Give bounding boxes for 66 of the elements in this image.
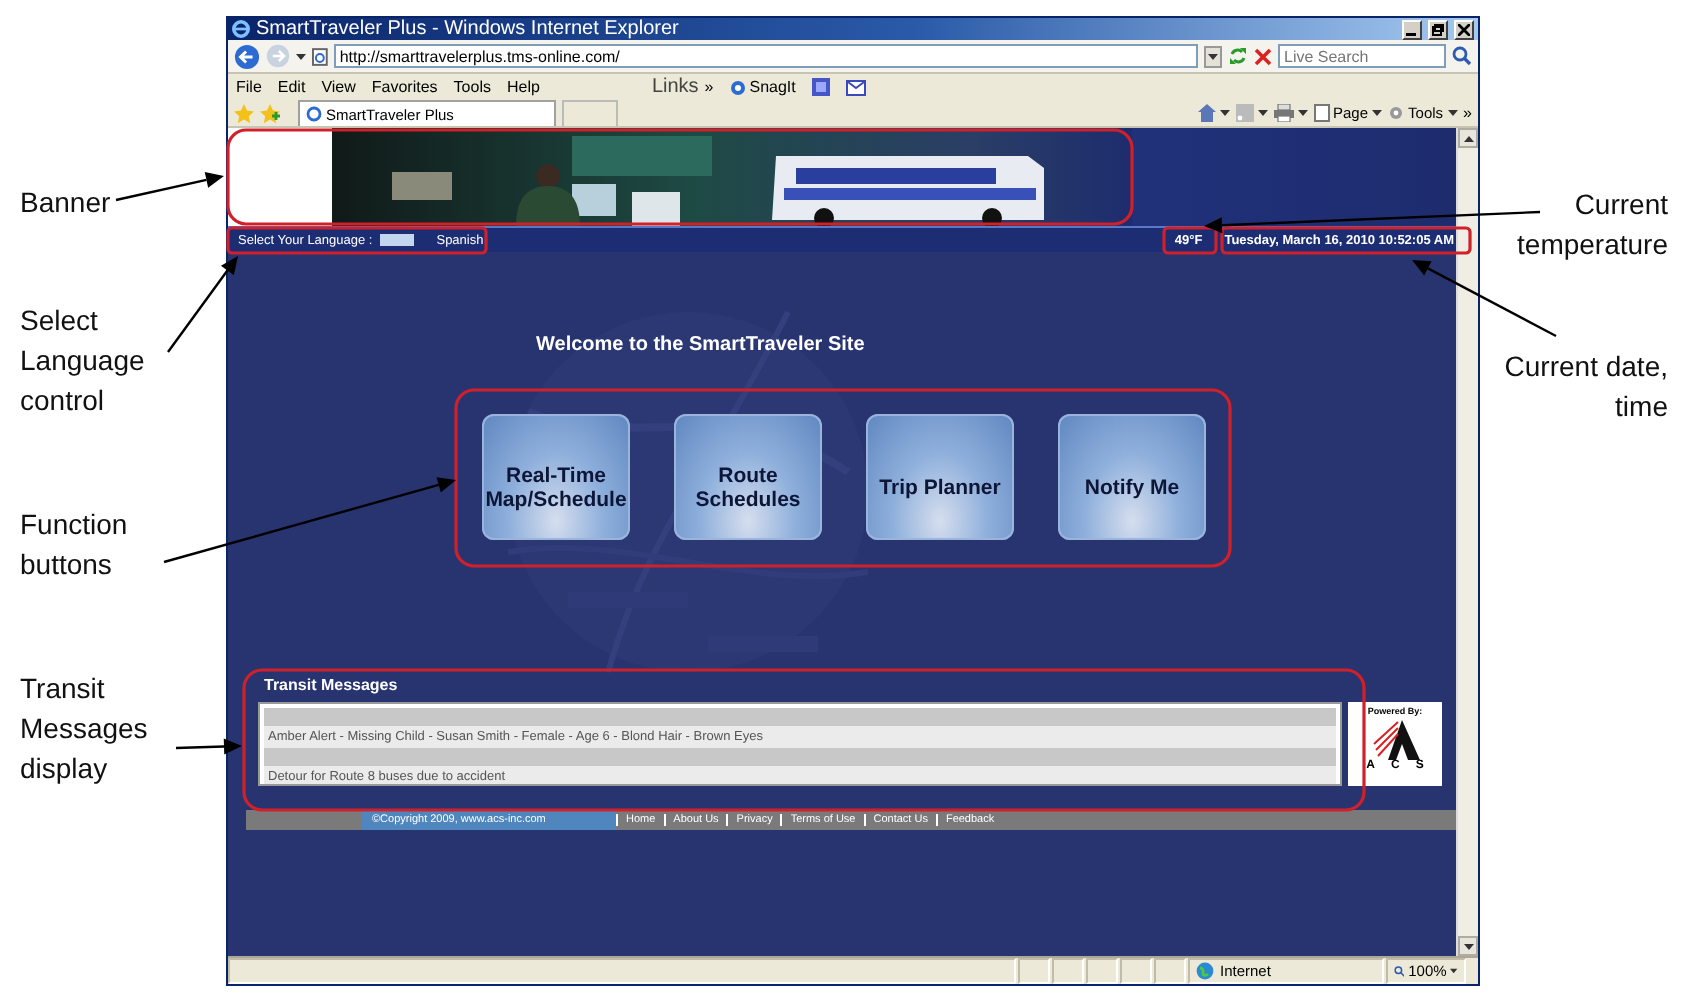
annotation-label: Transit Messages display <box>20 670 150 788</box>
links-more-button[interactable]: » <box>704 78 714 96</box>
close-button[interactable] <box>1454 19 1474 39</box>
feeds-button[interactable] <box>1235 104 1267 122</box>
menu-item[interactable]: Help <box>506 78 540 96</box>
magnifier-icon <box>1394 964 1405 978</box>
more-commands-button[interactable]: » <box>1463 104 1472 122</box>
function-button[interactable]: Notify Me <box>1058 414 1206 540</box>
caret-icon <box>1257 110 1267 116</box>
browser-logo-icon <box>232 20 250 38</box>
menu-item[interactable]: Edit <box>277 78 306 96</box>
globe-icon <box>1196 962 1214 980</box>
function-button[interactable]: Trip Planner <box>866 414 1014 540</box>
annotation-label: Select Language control <box>20 302 147 420</box>
callout-arrow <box>175 738 242 755</box>
menu-item[interactable]: Tools <box>453 78 491 96</box>
status-pane <box>1052 958 1084 984</box>
welcome-heading: Welcome to the SmartTraveler Site <box>536 334 867 358</box>
snagit-icon <box>729 79 746 95</box>
restore-button[interactable] <box>1428 19 1448 39</box>
print-button[interactable] <box>1273 104 1307 122</box>
logo-placeholder <box>228 128 332 226</box>
menu-item[interactable]: File <box>236 78 262 96</box>
transit-messages-heading: Transit Messages <box>264 676 400 696</box>
history-button[interactable] <box>296 53 306 59</box>
dropdown-button[interactable] <box>1204 45 1222 67</box>
search-field[interactable]: Live Search <box>1278 44 1446 68</box>
caret-icon <box>1447 110 1458 116</box>
function-button[interactable]: Route Schedules <box>674 414 822 540</box>
annotation-label: Banner <box>20 184 113 222</box>
language-field[interactable] <box>380 234 415 246</box>
annotation-label: Current date, time <box>1504 348 1668 426</box>
caret-icon <box>1219 110 1229 116</box>
close-icon <box>1458 23 1470 35</box>
caret-icon <box>1372 110 1383 116</box>
scroll-down-icon <box>1463 943 1473 949</box>
annotation-label: Function buttons <box>20 506 130 584</box>
caret-icon <box>1208 53 1219 59</box>
add-favorite-icon[interactable] <box>260 103 280 123</box>
favorites-star-icon[interactable] <box>234 103 254 123</box>
minimize-button[interactable] <box>1402 19 1422 39</box>
caret-icon <box>1297 110 1307 116</box>
back-button[interactable] <box>234 43 260 69</box>
callout-arrow <box>167 256 238 353</box>
search-button[interactable] <box>1452 46 1472 66</box>
function-button[interactable]: Real-Time Map/Schedule <box>482 414 630 540</box>
scrollbar[interactable] <box>1456 128 1478 956</box>
status-pane <box>1120 958 1152 984</box>
window-title: SmartTraveler Plus - Windows Internet Explorer <box>256 17 681 41</box>
stop-button[interactable] <box>1254 47 1272 65</box>
annotation-label: Current temperature <box>1515 186 1668 264</box>
address-field[interactable]: http://smarttravelerplus.tms-online.com/ <box>333 44 1199 68</box>
logo-icon <box>1371 716 1419 760</box>
caret-icon <box>296 53 306 59</box>
home-button[interactable] <box>1197 104 1229 122</box>
menu-item[interactable]: View <box>321 78 356 96</box>
links-label: Links <box>651 76 699 98</box>
caret-icon <box>1450 968 1458 974</box>
status-pane <box>1086 958 1118 984</box>
callout-arrow <box>115 172 224 202</box>
snagit-button[interactable]: SnagIt <box>729 78 796 96</box>
capture-icon[interactable] <box>811 78 830 96</box>
envelope-icon[interactable] <box>845 79 866 95</box>
restore-icon <box>1432 23 1444 35</box>
menu-item[interactable]: Favorites <box>371 78 438 96</box>
scroll-up-icon <box>1463 135 1473 141</box>
